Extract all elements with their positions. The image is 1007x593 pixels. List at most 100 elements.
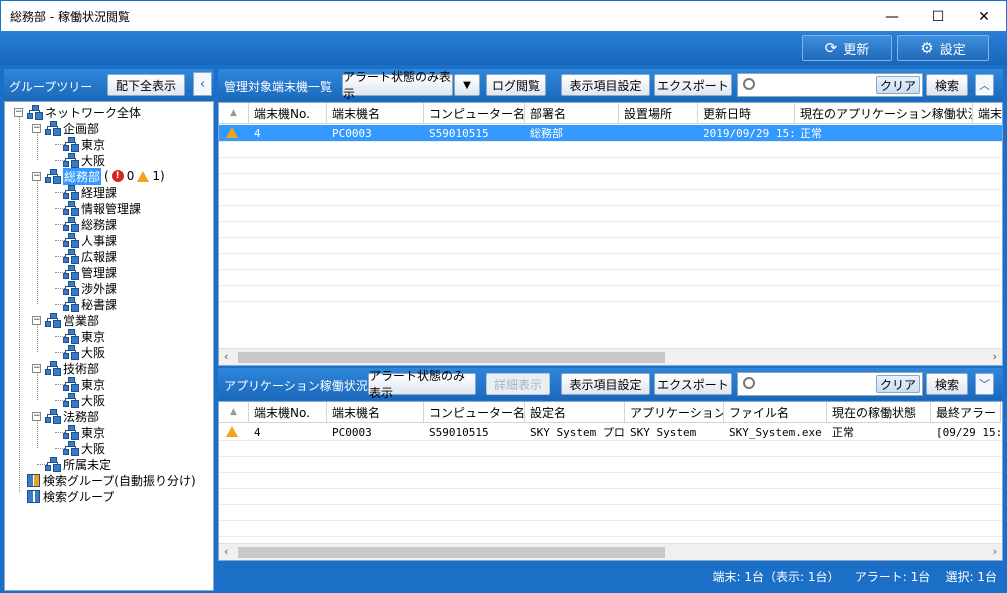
tree-node[interactable]: 検索グループ(自動振り分け) xyxy=(27,472,196,488)
column-header[interactable]: コンピューター名 xyxy=(424,402,525,423)
tree-expander[interactable]: − xyxy=(14,108,23,117)
network-group-icon xyxy=(63,329,78,343)
column-header[interactable]: ファイル名 xyxy=(724,402,827,423)
alert-dropdown-button[interactable]: ▼ xyxy=(454,74,480,96)
table-cell: PC0003 xyxy=(332,425,372,439)
column-header[interactable]: 端末機名 xyxy=(327,402,424,423)
tree-node-label: 総務課 xyxy=(81,217,118,232)
close-button[interactable]: ✕ xyxy=(961,1,1007,32)
network-group-icon xyxy=(63,393,78,407)
column-header[interactable]: 設置場所 xyxy=(619,103,698,124)
group-tree[interactable]: − ネットワーク全体 − 企画部 東京 大阪 − 総務部 ( ! 0 1) 経理… xyxy=(4,101,214,591)
tree-node[interactable]: 東京 xyxy=(63,424,105,440)
tree-node-label: 人事課 xyxy=(81,233,118,248)
settings-button[interactable]: ⚙ 設定 xyxy=(897,35,989,61)
search-button-bottom[interactable]: 検索 xyxy=(926,373,968,395)
export-button[interactable]: エクスポート xyxy=(654,74,732,96)
tree-node[interactable]: 人事課 xyxy=(63,232,117,248)
column-header[interactable]: 現在のアプリケーション稼働状況 xyxy=(795,103,973,124)
tree-node[interactable]: 技術部 xyxy=(45,360,99,376)
tree-node[interactable]: 広報課 xyxy=(63,248,117,264)
collapse-left-button[interactable]: ‹ xyxy=(193,72,212,96)
tree-node[interactable]: 総務課 xyxy=(63,216,117,232)
search-button[interactable]: 検索 xyxy=(926,74,968,96)
expand-all-button[interactable]: 配下全表示 xyxy=(107,74,185,96)
tree-expander[interactable]: − xyxy=(32,172,41,181)
network-group-icon xyxy=(45,457,60,471)
tree-node[interactable]: 東京 xyxy=(63,328,105,344)
tree-node[interactable]: 大阪 xyxy=(63,440,105,456)
tree-node-label: 秘書課 xyxy=(81,297,118,312)
table-cell: S59010515 xyxy=(429,425,489,439)
tree-node[interactable]: 大阪 xyxy=(63,392,105,408)
tree-node[interactable]: 大阪 xyxy=(63,152,105,168)
search-input-bottom[interactable] xyxy=(760,375,870,393)
tree-node[interactable]: 所属未定 xyxy=(45,456,111,472)
horizontal-scrollbar[interactable]: ‹ › xyxy=(219,543,1002,560)
tree-node[interactable]: 経理課 xyxy=(63,184,117,200)
scroll-thumb[interactable] xyxy=(238,352,665,363)
column-header[interactable]: 設定名 xyxy=(525,402,625,423)
tree-node[interactable]: 検索グループ xyxy=(27,488,114,504)
search-box: クリア xyxy=(737,73,923,97)
network-group-icon xyxy=(63,137,78,151)
scroll-right-icon: › xyxy=(992,350,997,363)
clear-button[interactable]: クリア xyxy=(876,76,920,94)
scroll-thumb[interactable] xyxy=(238,547,665,558)
app-status-grid: ▲ 端末機No.端末機名コンピューター名設定名アプリケーション…ファイル名現在の稼… xyxy=(218,401,1003,561)
tree-node-label: 企画部 xyxy=(63,121,100,136)
tree-expander[interactable]: − xyxy=(32,316,41,325)
column-header[interactable]: 更新日時 xyxy=(698,103,795,124)
clear-button-bottom[interactable]: クリア xyxy=(876,375,920,393)
app-status-header: アプリケーション稼働状況 アラート状態のみ表示 詳細表示 表示項目設定 エクスポ… xyxy=(218,368,1003,400)
log-view-button[interactable]: ログ閲覧 xyxy=(486,74,546,96)
display-settings-button[interactable]: 表示項目設定 xyxy=(561,74,650,96)
search-input[interactable] xyxy=(760,76,870,94)
detail-view-button[interactable]: 詳細表示 xyxy=(486,373,550,395)
collapse-down-button[interactable]: ﹀ xyxy=(975,373,994,395)
alert-only-button-bottom[interactable]: アラート状態のみ表示 xyxy=(368,369,476,400)
maximize-button[interactable]: ☐ xyxy=(915,1,961,32)
refresh-button[interactable]: ⟳ 更新 xyxy=(802,35,892,61)
table-cell: S59010515 xyxy=(429,126,489,140)
sort-header[interactable]: ▲ xyxy=(219,103,249,124)
tree-node[interactable]: 情報管理課 xyxy=(63,200,141,216)
collapse-up-button[interactable]: ︿ xyxy=(975,74,994,96)
tree-node[interactable]: 営業部 xyxy=(45,312,99,328)
tree-node[interactable]: 渉外課 xyxy=(63,280,117,296)
sort-header[interactable]: ▲ xyxy=(219,402,249,423)
tree-node[interactable]: 企画部 xyxy=(45,120,99,136)
tree-node[interactable]: 総務部 ( ! 0 1) xyxy=(45,167,165,185)
tree-node[interactable]: 管理課 xyxy=(63,264,117,280)
tree-node[interactable]: 東京 xyxy=(63,376,105,392)
tree-node[interactable]: ネットワーク全体 xyxy=(27,104,141,120)
column-header[interactable]: 端末機名 xyxy=(327,103,424,124)
column-header[interactable]: 部署名 xyxy=(525,103,619,124)
tree-expander[interactable]: − xyxy=(32,124,41,133)
tree-node[interactable]: 大阪 xyxy=(63,344,105,360)
tree-node[interactable]: 秘書課 xyxy=(63,296,117,312)
table-cell: SKY_System.exe xyxy=(729,425,822,439)
column-header[interactable]: コンピューター名 xyxy=(424,103,525,124)
horizontal-scrollbar[interactable]: ‹ › xyxy=(219,348,1002,365)
close-icon: ✕ xyxy=(978,8,990,25)
column-header[interactable]: 現在の稼働状態 xyxy=(827,402,931,423)
column-header[interactable]: 最終アラート xyxy=(931,402,1001,423)
export-button-bottom[interactable]: エクスポート xyxy=(654,373,732,395)
column-header[interactable]: アプリケーション… xyxy=(625,402,724,423)
column-header[interactable]: 端末機No. xyxy=(249,103,327,124)
column-header[interactable]: 端末機No. xyxy=(249,402,327,423)
tree-node-label: 東京 xyxy=(81,377,106,392)
tree-expander[interactable]: − xyxy=(32,412,41,421)
minimize-button[interactable]: — xyxy=(869,1,915,32)
column-header[interactable]: 端末 xyxy=(973,103,1002,124)
tree-node[interactable]: 法務部 xyxy=(45,408,99,424)
main-frame: ⟳ 更新 ⚙ 設定 グループツリー 配下全表示 ‹ − ネットワーク全体 − 企… xyxy=(0,31,1007,593)
terminal-list-title: 管理対象端末機一覧 xyxy=(224,80,333,94)
error-icon: ! xyxy=(111,170,124,182)
window-title: 総務部 - 稼働状況閲覧 xyxy=(10,10,130,24)
tree-expander[interactable]: − xyxy=(32,364,41,373)
display-settings-button-bottom[interactable]: 表示項目設定 xyxy=(561,373,650,395)
tree-node[interactable]: 東京 xyxy=(63,136,105,152)
alert-only-toggle[interactable]: アラート状態のみ表示 xyxy=(342,70,453,101)
